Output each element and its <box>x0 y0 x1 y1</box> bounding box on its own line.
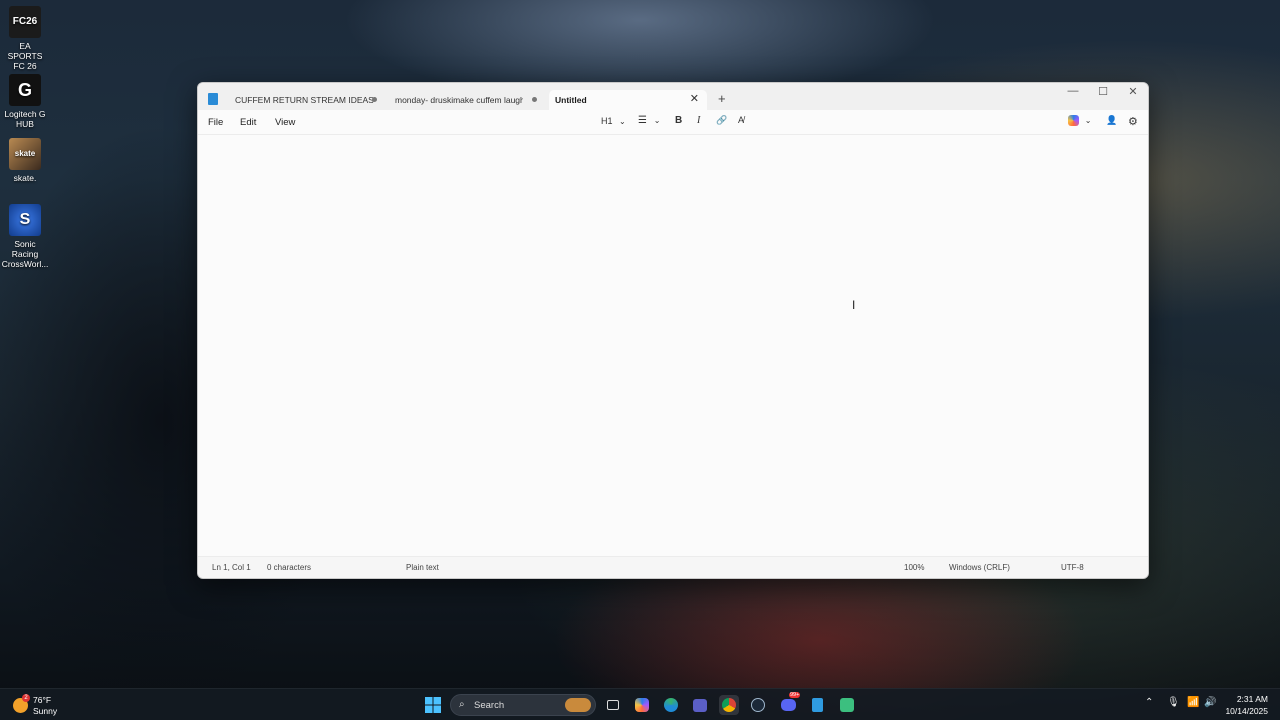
task-view-button[interactable] <box>603 695 623 715</box>
maximize-button[interactable]: ☐ <box>1088 85 1118 98</box>
menu-file[interactable]: File <box>208 117 223 128</box>
tab-monday-druskimake[interactable]: monday- druskimake cuffem laugh ( <box>389 90 541 110</box>
text-cursor-icon: I <box>852 298 856 312</box>
title-bar[interactable]: CUFFEM RETURN STREAM IDEAS monday- drusk… <box>198 83 1148 110</box>
skate-game-icon: skate <box>9 138 41 170</box>
unsaved-dot-icon <box>372 97 377 102</box>
zoom-level[interactable]: 100% <box>904 563 924 572</box>
show-hidden-icons-chevron-up-icon[interactable]: ⌃ <box>1145 697 1153 708</box>
close-tab-icon[interactable]: ✕ <box>690 92 699 105</box>
character-count: 0 characters <box>267 563 312 572</box>
chevron-down-icon: ⌄ <box>619 117 626 126</box>
xbox-taskbar-button[interactable] <box>837 695 857 715</box>
minimize-button[interactable]: — <box>1058 85 1088 97</box>
cursor-position: Ln 1, Col 1 <box>212 563 251 572</box>
chevron-down-icon: ⌄ <box>653 116 661 125</box>
copilot-icon <box>1068 115 1079 126</box>
weather-condition[interactable]: Sunny <box>33 706 57 716</box>
start-button[interactable] <box>423 695 443 715</box>
encoding[interactable]: UTF-8 <box>1061 563 1084 572</box>
steam-taskbar-button[interactable] <box>748 695 768 715</box>
italic-button[interactable]: I <box>697 115 700 126</box>
copilot-icon <box>635 698 649 712</box>
list-dropdown[interactable]: ☰ ⌄ <box>638 115 660 126</box>
text-editor-area[interactable] <box>198 135 1148 558</box>
edge-taskbar-button[interactable] <box>661 695 681 715</box>
taskbar: 2 76°F Sunny ⌕ 99+ ⌃ <box>0 688 1280 720</box>
edge-icon <box>664 698 678 712</box>
clear-formatting-button[interactable]: A̸ <box>738 115 744 125</box>
desktop-icon-label: Logitech G HUB <box>4 109 46 129</box>
search-highlight-image <box>565 698 591 712</box>
desktop-icon-skate[interactable]: skate skate. <box>2 138 48 183</box>
tab-label: monday- druskimake cuffem laugh ( <box>395 95 523 105</box>
desktop-icon-label: Sonic Racing CrossWorl... <box>1 239 49 269</box>
tab-label: Untitled <box>555 95 587 105</box>
notepad-window: CUFFEM RETURN STREAM IDEAS monday- drusk… <box>197 82 1149 579</box>
copilot-taskbar-button[interactable] <box>632 695 652 715</box>
chevron-down-icon: ⌄ <box>1084 116 1092 126</box>
desktop-icon-ea-sports-fc[interactable]: FC26 EA SPORTS FC 26 <box>2 6 48 71</box>
tab-label: CUFFEM RETURN STREAM IDEAS <box>235 95 374 105</box>
settings-gear-icon[interactable]: ⚙ <box>1128 115 1138 128</box>
unsaved-dot-icon <box>532 97 537 102</box>
notepad-icon <box>811 698 823 712</box>
desktop-icon-label: skate. <box>13 173 37 183</box>
task-view-icon <box>607 700 619 710</box>
list-icon: ☰ <box>638 115 647 126</box>
heading-label: H1 <box>601 116 613 126</box>
copilot-dropdown[interactable]: ⌄ <box>1068 115 1091 126</box>
notepad-taskbar-button[interactable] <box>807 695 827 715</box>
text-format[interactable]: Plain text <box>406 563 439 572</box>
weather-badge: 2 <box>22 694 30 702</box>
line-endings[interactable]: Windows (CRLF) <box>949 563 1010 572</box>
chrome-taskbar-button[interactable] <box>719 695 739 715</box>
search-input[interactable] <box>474 698 564 712</box>
link-button[interactable]: 🔗 <box>716 115 727 126</box>
chrome-icon <box>722 698 736 712</box>
close-window-button[interactable]: ✕ <box>1118 85 1148 98</box>
clock-time[interactable]: 2:31 AM <box>1237 694 1268 704</box>
search-icon: ⌕ <box>459 699 465 710</box>
wifi-icon[interactable]: 📶 <box>1187 697 1199 708</box>
teams-icon <box>693 698 707 712</box>
teams-taskbar-button[interactable] <box>690 695 710 715</box>
new-tab-button[interactable]: + <box>718 91 726 106</box>
ea-sports-fc-icon: FC26 <box>9 6 41 38</box>
discord-taskbar-button[interactable]: 99+ <box>778 692 801 715</box>
discord-icon <box>780 699 796 711</box>
xbox-app-icon <box>840 698 854 712</box>
desktop-icon-label: EA SPORTS FC 26 <box>7 41 43 71</box>
desktop-icon-logitech-g-hub[interactable]: G Logitech G HUB <box>2 74 48 129</box>
desktop-icon-sonic-racing[interactable]: S Sonic Racing CrossWorl... <box>2 204 48 269</box>
notepad-app-icon <box>208 93 218 105</box>
sonic-racing-icon: S <box>9 204 41 236</box>
menu-edit[interactable]: Edit <box>240 117 256 128</box>
status-bar: Ln 1, Col 1 0 characters Plain text 100%… <box>198 556 1148 578</box>
tab-untitled[interactable]: Untitled ✕ <box>549 90 707 110</box>
steam-icon <box>751 698 765 712</box>
volume-icon[interactable]: 🔊 <box>1204 697 1216 708</box>
clock-date[interactable]: 10/14/2025 <box>1225 706 1268 716</box>
logitech-g-icon: G <box>9 74 41 106</box>
taskbar-search-box[interactable]: ⌕ <box>450 694 596 716</box>
menu-view[interactable]: View <box>275 117 295 128</box>
microphone-icon[interactable]: 🎙 <box>1167 697 1180 708</box>
weather-temperature[interactable]: 76°F <box>33 695 51 705</box>
windows-logo-icon <box>425 697 441 713</box>
tab-cuffem-return-stream-ideas[interactable]: CUFFEM RETURN STREAM IDEAS <box>230 90 380 110</box>
bold-button[interactable]: B <box>675 115 682 126</box>
menu-bar: File Edit View H1 ⌄ ☰ ⌄ B I 🔗 A̸ ⌄ 👤 ⚙ <box>198 110 1148 135</box>
heading-dropdown[interactable]: H1 ⌄ <box>601 116 626 126</box>
account-icon[interactable]: 👤 <box>1106 115 1117 126</box>
discord-notification-badge: 99+ <box>789 692 801 698</box>
